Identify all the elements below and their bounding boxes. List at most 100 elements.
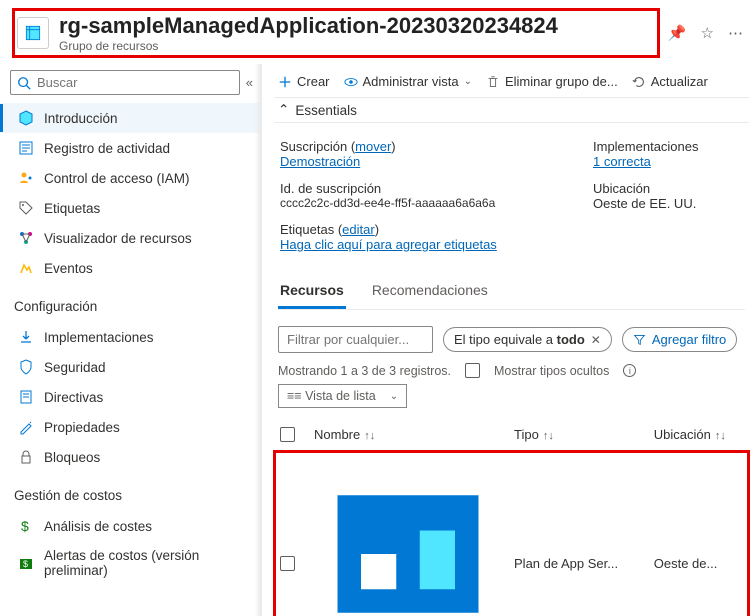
star-icon[interactable]: ☆ [701, 24, 714, 42]
policy-icon [18, 389, 34, 405]
eye-icon [344, 75, 358, 89]
tab-resources[interactable]: Recursos [278, 276, 346, 309]
sidebar-item[interactable]: Seguridad [0, 352, 261, 382]
sidebar-item[interactable]: Visualizador de recursos [0, 223, 261, 253]
sidebar-collapse-icon[interactable]: « [246, 75, 253, 90]
col-name[interactable]: Nombre↑↓ [308, 418, 508, 451]
create-button[interactable]: Crear [278, 74, 330, 89]
row-checkbox[interactable] [280, 556, 295, 571]
sidebar-item[interactable]: Introducción [0, 103, 261, 133]
tags-add-link[interactable]: Haga clic aquí para agregar etiquetas [280, 237, 569, 252]
filter-bar: El tipo equivale a todo ✕ Agregar filtro [274, 310, 749, 363]
svg-text:$: $ [21, 518, 29, 534]
log-icon [18, 140, 34, 156]
search-icon [17, 76, 31, 90]
visual-icon [18, 230, 34, 246]
deploy-icon [18, 329, 34, 345]
select-all-checkbox[interactable] [280, 427, 295, 442]
sidebar-item-label: Registro de actividad [44, 141, 170, 156]
close-icon[interactable]: ✕ [591, 333, 601, 347]
sidebar-item-label: Control de acceso (IAM) [44, 171, 190, 186]
sidebar-item-label: Bloqueos [44, 450, 100, 465]
sidebar-section-cost: Gestión de costos [0, 474, 261, 509]
sidebar-item[interactable]: Bloqueos [0, 442, 261, 472]
deployments-value[interactable]: 1 correcta [593, 154, 743, 169]
sort-icon: ↑↓ [543, 430, 554, 442]
sidebar-item-label: Alertas de costos (versión preliminar) [44, 548, 251, 578]
sort-icon: ↑↓ [715, 430, 726, 442]
info-icon[interactable]: i [623, 364, 636, 377]
subscription-label: Suscripción [280, 139, 347, 154]
resource-type: Plan de App Ser... [508, 451, 648, 616]
location-value: Oeste de EE. UU. [593, 196, 743, 211]
locks-icon [18, 449, 34, 465]
tags-edit-link[interactable]: editar [342, 222, 375, 237]
subscription-id-value: cccc2c2c-dd3d-ee4e-ff5f-aaaaaa6a6a6a [280, 196, 569, 210]
sidebar-scrollbar[interactable] [255, 64, 261, 616]
sidebar-item-label: Eventos [44, 261, 93, 276]
tab-recommendations[interactable]: Recomendaciones [370, 276, 490, 309]
refresh-button[interactable]: Actualizar [632, 74, 708, 89]
cube-icon [18, 110, 34, 126]
subscription-value[interactable]: Demostración [280, 154, 569, 169]
record-count: Mostrando 1 a 3 de 3 registros. [278, 364, 451, 378]
sidebar-item[interactable]: $ Alertas de costos (versión preliminar) [0, 541, 261, 585]
events-icon [18, 260, 34, 276]
col-type[interactable]: Tipo↑↓ [508, 418, 648, 451]
svg-text:$: $ [23, 559, 28, 569]
filter-input[interactable] [278, 326, 433, 353]
cost-icon: $ [18, 518, 34, 534]
sidebar-item-label: Etiquetas [44, 201, 100, 216]
main-content: Crear Administrar vista⌄ Eliminar grupo … [262, 64, 755, 616]
search-box[interactable] [10, 70, 240, 95]
resource-group-icon [17, 17, 49, 49]
subscription-move-link[interactable]: mover [355, 139, 391, 154]
page-subtitle: Grupo de recursos [59, 39, 558, 53]
command-bar: Crear Administrar vista⌄ Eliminar grupo … [274, 64, 749, 97]
more-icon[interactable]: ⋯ [728, 24, 743, 42]
trash-icon [486, 75, 500, 89]
sidebar-item[interactable]: Etiquetas [0, 193, 261, 223]
sidebar-item[interactable]: Registro de actividad [0, 133, 261, 163]
sidebar-section-config: Configuración [0, 285, 261, 320]
add-filter-button[interactable]: Agregar filtro [622, 327, 737, 352]
iam-icon [18, 170, 34, 186]
show-hidden-label: Mostrar tipos ocultos [494, 364, 609, 378]
alert-icon: $ [18, 555, 34, 571]
essentials-panel: Suscripción (mover) Demostración Id. de … [274, 123, 749, 258]
sidebar-item-label: Implementaciones [44, 330, 154, 345]
col-location[interactable]: Ubicación↑↓ [648, 418, 749, 451]
title-highlight-box: rg-sampleManagedApplication-202303202348… [12, 8, 660, 58]
location-label: Ubicación [593, 181, 743, 196]
security-icon [18, 359, 34, 375]
sidebar: « Introducción Registro de actividad Contr… [0, 64, 262, 616]
sidebar-item[interactable]: Directivas [0, 382, 261, 412]
sidebar-item-label: Introducción [44, 111, 118, 126]
page-header: rg-sampleManagedApplication-202303202348… [0, 0, 755, 64]
resource-location: Oeste de... [648, 451, 749, 616]
manage-view-button[interactable]: Administrar vista⌄ [344, 74, 472, 89]
search-input[interactable] [37, 75, 233, 90]
tabs: Recursos Recomendaciones [278, 276, 745, 310]
refresh-icon [632, 75, 646, 89]
chevron-up-icon: ⌃ [278, 102, 289, 118]
show-hidden-checkbox[interactable] [465, 363, 480, 378]
view-select[interactable]: ≡≡ Vista de lista⌄ [278, 384, 407, 408]
sidebar-item[interactable]: Eventos [0, 253, 261, 283]
pin-icon[interactable]: 📌 [668, 24, 687, 42]
deployments-label: Implementaciones [593, 139, 743, 154]
sidebar-item[interactable]: Control de acceso (IAM) [0, 163, 261, 193]
sidebar-item-label: Seguridad [44, 360, 106, 375]
tags-label: Etiquetas [280, 222, 334, 237]
delete-button[interactable]: Eliminar grupo de... [486, 74, 618, 89]
filter-icon [633, 333, 646, 346]
tag-icon [18, 200, 34, 216]
sidebar-item-label: Análisis de costes [44, 519, 152, 534]
essentials-toggle[interactable]: ⌃ Essentials [274, 97, 749, 123]
subscription-id-label: Id. de suscripción [280, 181, 569, 196]
sidebar-item[interactable]: Propiedades [0, 412, 261, 442]
sidebar-item[interactable]: $ Análisis de costes [0, 511, 261, 541]
type-filter-pill[interactable]: El tipo equivale a todo ✕ [443, 327, 612, 352]
sidebar-item[interactable]: Implementaciones [0, 322, 261, 352]
table-row[interactable]: demoAppServicePlanPlan de App Ser...Oest… [274, 451, 749, 616]
